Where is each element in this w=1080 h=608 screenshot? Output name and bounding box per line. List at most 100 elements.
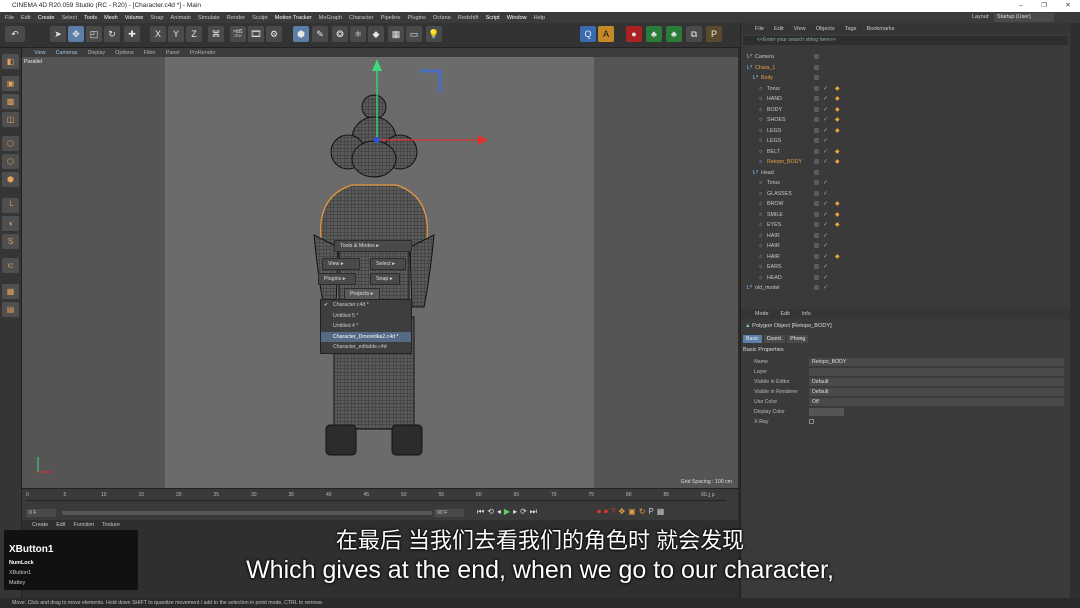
viewport-menu-cameras[interactable]: Cameras [56, 50, 78, 56]
cloner-icon[interactable]: ⚛ [350, 26, 366, 42]
menu-select[interactable]: Select [61, 15, 77, 21]
pen-spline-icon[interactable]: ✎ [312, 26, 328, 42]
object-row[interactable]: ○ BROW ✓ ◆ [741, 199, 1071, 210]
make-editable-icon[interactable]: ◧ [2, 54, 19, 69]
psr-icon[interactable]: P [706, 26, 722, 42]
viewport-menu-display[interactable]: Display [87, 50, 105, 56]
object-row[interactable]: ○ SMILE ✓ ◆ [741, 210, 1071, 221]
project-item[interactable]: ✔ Character.c4d * [321, 300, 411, 311]
object-row[interactable]: ○ LEGS ✓ ◆ [741, 126, 1071, 137]
move-tool-icon[interactable]: ✥ [68, 26, 84, 42]
enabled-check-icon[interactable]: ✓ [823, 210, 828, 221]
grid-icon[interactable]: ▤ [2, 302, 19, 317]
material-tag-icon[interactable]: ◆ [835, 220, 840, 231]
scale-tool-icon[interactable]: ◰ [86, 26, 102, 42]
go-to-end-icon[interactable]: ⏭ [530, 507, 537, 517]
object-menu-file[interactable]: File [755, 26, 764, 32]
octane-materials-icon[interactable]: ♣ [666, 26, 682, 42]
enabled-check-icon[interactable]: ✓ [823, 241, 828, 252]
visibility-toggle[interactable] [814, 243, 819, 248]
object-row[interactable]: ○ HEAD ✓ [741, 273, 1071, 284]
step-forward-icon[interactable]: ▸ [513, 507, 517, 517]
object-row[interactable]: L⁰ Chara_1 [741, 63, 1071, 74]
visibility-toggle[interactable] [814, 54, 819, 59]
attribute-value-field[interactable]: Retopo_BODY [809, 358, 1064, 366]
visibility-toggle[interactable] [814, 222, 819, 227]
visibility-toggle[interactable] [814, 232, 819, 238]
object-row[interactable]: ○ HAIR ✓ [741, 241, 1071, 252]
object-search-input[interactable]: <<Enter your search string here>> [743, 36, 1068, 45]
material-tag-icon[interactable]: ◆ [835, 115, 840, 126]
camera-icon[interactable]: ▭ [406, 26, 422, 42]
menu-tools[interactable]: Tools [84, 15, 97, 21]
record-active-icon[interactable]: ⏺ [597, 507, 601, 517]
visibility-toggle[interactable] [814, 127, 819, 133]
object-row[interactable]: ○ Torus ✓ [741, 178, 1071, 189]
material-tag-icon[interactable]: ◆ [835, 126, 840, 137]
visibility-toggle[interactable] [814, 211, 819, 217]
menu-character[interactable]: Character [349, 15, 374, 21]
object-menu-objects[interactable]: Objects [816, 26, 835, 32]
object-row[interactable]: ○ Retopo_BODY ✓ ◆ [741, 157, 1071, 168]
layout-dropdown[interactable]: Startup (User) [994, 13, 1054, 22]
live-select-icon[interactable]: ➤ [50, 26, 66, 42]
menu-plugins[interactable]: Plugins ▸ [318, 273, 356, 285]
object-menu-edit[interactable]: Edit [774, 26, 784, 32]
menu-view[interactable]: View ▸ [322, 258, 360, 270]
project-item[interactable]: Character_editable.c4d [321, 342, 411, 353]
points-mode-icon[interactable]: ⬡ [2, 136, 19, 151]
menu-volume[interactable]: Volume [125, 15, 144, 21]
go-to-start-icon[interactable]: ⏮ [477, 507, 484, 517]
viewport[interactable]: Parallel Grid Spacing : 100 cm Tools & M… [22, 57, 738, 488]
workplane-lock-icon[interactable]: ▦ [2, 284, 19, 299]
visibility-toggle[interactable] [814, 274, 819, 280]
enabled-check-icon[interactable]: ✓ [823, 178, 828, 189]
enabled-check-icon[interactable]: ✓ [823, 157, 828, 168]
material-tag-icon[interactable]: ◆ [835, 157, 840, 168]
visibility-toggle[interactable] [814, 75, 819, 80]
previous-key-icon[interactable]: ⟲ [487, 507, 494, 517]
light-icon[interactable]: 💡 [426, 26, 442, 42]
object-row[interactable]: ○ BELT ✓ ◆ [741, 147, 1071, 158]
param-key-icon[interactable]: P [648, 507, 653, 517]
menu-select[interactable]: Select ▸ [370, 258, 406, 270]
menu-mograph[interactable]: MoGraph [319, 15, 342, 21]
timeline-range-slider[interactable] [62, 511, 432, 515]
axis-y-lock[interactable]: Y [168, 26, 184, 42]
visibility-toggle[interactable] [814, 285, 819, 290]
visibility-toggle[interactable] [814, 169, 819, 175]
visibility-toggle[interactable] [814, 190, 819, 196]
object-row[interactable]: L⁰ old_model ✓ [741, 283, 1071, 294]
object-row[interactable]: ○ LEGS ✓ [741, 136, 1071, 147]
menu-mesh[interactable]: Mesh [104, 15, 118, 21]
viewport-menu-panel[interactable]: Panel [166, 50, 180, 56]
attribute-tab-phong[interactable]: Phong [787, 335, 809, 343]
subdivision-icon[interactable]: ❂ [332, 26, 348, 42]
object-row[interactable]: ○ HAIR ✓ [741, 231, 1071, 242]
material-tag-icon[interactable]: ◆ [835, 252, 840, 263]
enabled-check-icon[interactable]: ✓ [823, 199, 828, 210]
attribute-menu-mode[interactable]: Mode [755, 311, 769, 317]
object-menu-tags[interactable]: Tags [845, 26, 857, 32]
enabled-check-icon[interactable]: ✓ [823, 126, 828, 137]
render-picture-viewer-icon[interactable]: 🎞 [248, 26, 264, 42]
visibility-toggle[interactable] [814, 117, 819, 122]
enabled-check-icon[interactable]: ✓ [823, 220, 828, 231]
position-key-icon[interactable]: ✥ [618, 507, 625, 517]
xray-checkbox[interactable] [809, 419, 814, 424]
material-tag-icon[interactable]: ◆ [835, 105, 840, 116]
menu-snap[interactable]: Snap ▸ [370, 273, 400, 285]
object-row[interactable]: ○ EARS ✓ [741, 262, 1071, 273]
project-item-hover[interactable]: Character_Dmoretika2.c4d * [321, 331, 411, 342]
visibility-toggle[interactable] [814, 85, 819, 91]
art-plugin-icon[interactable]: A [598, 26, 614, 42]
workplane-icon[interactable]: ◫ [2, 112, 19, 127]
axis-x-lock[interactable]: X [150, 26, 166, 42]
project-item[interactable]: Untitled 5 * [321, 311, 411, 322]
object-row[interactable]: ○ HAIR ✓ ◆ [741, 252, 1071, 263]
material-tag-icon[interactable]: ◆ [835, 199, 840, 210]
object-menu-bookmarks[interactable]: Bookmarks [866, 26, 894, 32]
menu-script[interactable]: Script [485, 15, 499, 21]
visibility-toggle[interactable] [814, 64, 819, 70]
enabled-check-icon[interactable]: ✓ [823, 115, 828, 126]
